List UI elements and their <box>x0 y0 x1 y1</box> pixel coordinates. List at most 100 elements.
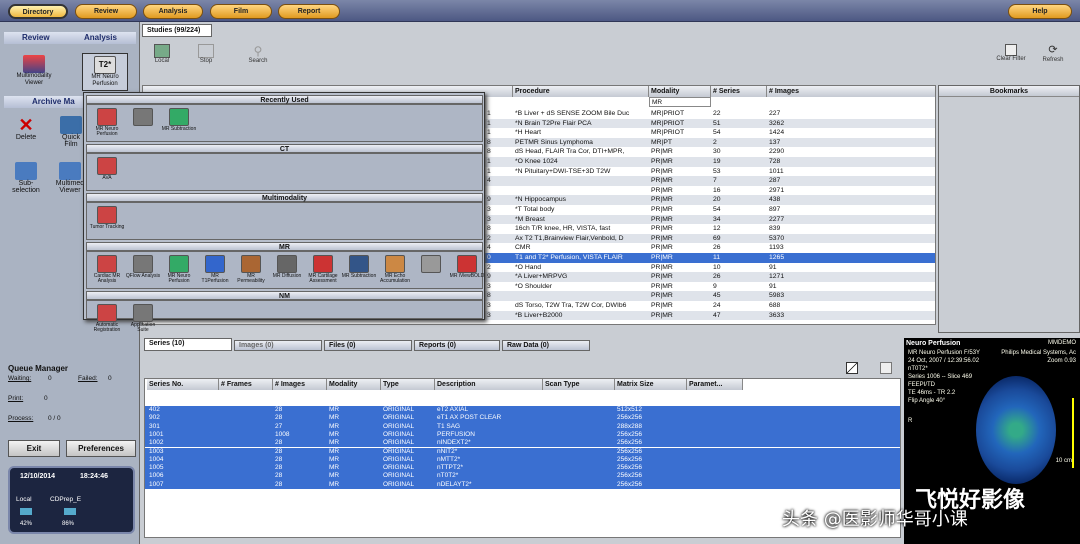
studies-tab[interactable]: Studies (99/224) <box>142 24 212 37</box>
bookmarks-panel: Bookmarks <box>938 85 1080 333</box>
waiting-link[interactable]: Waiting: <box>8 375 31 382</box>
stop-button[interactable]: Stop <box>195 44 217 64</box>
col-series[interactable]: # Series <box>711 86 767 97</box>
refresh-button[interactable]: ⟳ Refresh <box>1038 44 1068 63</box>
app-tool[interactable]: Application Suite <box>125 303 161 337</box>
app-tool-icon <box>133 255 153 273</box>
series-col-header[interactable]: Modality <box>327 379 381 390</box>
app-tool[interactable]: MR Subtraction <box>341 254 377 288</box>
study-cell: 24 <box>713 302 721 309</box>
series-col-header[interactable]: Scan Type <box>543 379 615 390</box>
app-tool[interactable]: QFlow Analysis <box>125 254 161 288</box>
directory-tab[interactable]: Directory <box>8 4 68 19</box>
study-cell: 3262 <box>769 119 785 127</box>
series-cell: 256x256 <box>617 447 642 455</box>
exit-button[interactable]: Exit <box>8 440 60 457</box>
failed-link[interactable]: Failed: <box>78 375 98 382</box>
app-tool[interactable]: MR Neuro Perfusion <box>89 107 125 141</box>
preferences-button[interactable]: Preferences <box>66 440 136 457</box>
app-tool[interactable]: Automatic Registration <box>89 303 125 337</box>
study-cell: *H Heart <box>515 129 542 137</box>
study-cell: 9 <box>487 196 491 204</box>
series-col-header[interactable]: # Images <box>273 379 327 390</box>
study-cell: 45 <box>713 292 721 300</box>
app-tool[interactable]: MR Cartilage Assessment <box>305 254 341 288</box>
study-cell: 287 <box>769 177 781 185</box>
study-cell: 0 <box>487 254 491 261</box>
series-cell: MR <box>329 472 340 480</box>
series-cell: ORIGINAL <box>383 439 415 447</box>
series-row[interactable]: 1004 28 MR ORIGINAL nMTT2* 256x256 <box>145 455 900 465</box>
local-button[interactable]: Local <box>150 44 174 64</box>
applications-popup: Recently Used MR Neuro Perfusion MR Subtr… <box>83 92 485 333</box>
series-cell: 27 <box>275 422 283 430</box>
series-col-header[interactable]: Series No. <box>147 379 219 390</box>
series-row[interactable]: 402 28 MR ORIGINAL eT2 AXIAL 512x512 <box>145 406 900 415</box>
search-button[interactable]: ⚲ Search <box>245 44 271 64</box>
review-tab[interactable]: Review <box>75 4 137 19</box>
series-col-header[interactable]: Type <box>381 379 435 390</box>
study-cell: PR|MR <box>651 311 673 319</box>
app-tool[interactable]: Tumor Tracking <box>89 205 125 239</box>
study-cell: 3 <box>487 206 491 213</box>
film-tab[interactable]: Film <box>210 4 272 19</box>
app-tool[interactable]: MR Subtraction <box>161 107 197 141</box>
series-row[interactable]: 1003 28 MR ORIGINAL nNIT2* 256x256 <box>145 447 900 456</box>
mr-neuro-perfusion-tool[interactable]: T2* MR Neuro Perfusion <box>82 53 128 91</box>
study-cell: MR|PRIOT <box>651 119 685 127</box>
analysis-tab[interactable]: Analysis <box>143 4 203 19</box>
series-col-header[interactable]: Paramet... <box>687 379 743 390</box>
app-tool[interactable]: MR Permeability <box>233 254 269 288</box>
series-cell: 902 <box>149 414 160 422</box>
scale-bar <box>1072 398 1074 468</box>
series-row[interactable]: 301 27 MR ORIGINAL T1 SAG 288x288 <box>145 422 900 431</box>
modality-filter[interactable]: MR <box>649 97 711 107</box>
app-tool[interactable]: MR Neuro Perfusion <box>161 254 197 288</box>
series-col-header[interactable]: Description <box>435 379 543 390</box>
clear-filter-button[interactable]: Clear Filter <box>992 44 1030 62</box>
queue-title: Queue Manager <box>8 364 69 373</box>
series-row[interactable]: 1007 28 MR ORIGINAL nDELAYT2* 256x256 <box>145 480 900 489</box>
files-tab[interactable]: Files (0) <box>324 340 412 351</box>
delete-icon: ✕ <box>18 115 34 135</box>
app-tool[interactable] <box>413 254 449 288</box>
series-tab[interactable]: Series (10) <box>144 338 232 351</box>
col-images[interactable]: # Images <box>767 86 935 97</box>
series-cell: MR <box>329 414 340 422</box>
app-tool-label: Cardiac MR Analysis <box>93 273 121 284</box>
multimodality-viewer-tool[interactable]: Multimodality Viewer <box>10 55 58 87</box>
study-cell: PR|MR <box>651 273 673 281</box>
help-button[interactable]: Help <box>1008 4 1072 19</box>
series-row[interactable]: 902 28 MR ORIGINAL eT1 AX POST CLEAR 256x256 <box>145 414 900 423</box>
col-modality[interactable]: Modality <box>649 86 711 97</box>
series-row[interactable]: 1005 28 MR ORIGINAL nTTPT2* 256x256 <box>145 464 900 473</box>
series-col-header[interactable]: # Frames <box>219 379 273 390</box>
app-tool[interactable]: Cardiac MR Analysis <box>89 254 125 288</box>
app-tool[interactable]: MR T1Perfusion <box>197 254 233 288</box>
app-tool[interactable]: AVA <box>89 156 125 190</box>
series-row[interactable]: 1002 28 MR ORIGINAL nINDEXT2* 256x256 <box>145 439 900 448</box>
series-col-header[interactable]: Matrix Size <box>615 379 687 390</box>
study-cell: 2971 <box>769 186 785 194</box>
database-icon <box>154 44 170 58</box>
col-procedure[interactable]: Procedure <box>513 86 649 97</box>
raw-data-tab[interactable]: Raw Data (0) <box>502 340 590 351</box>
sub-selection-tool[interactable]: Sub-selection <box>6 162 46 194</box>
image-adjust-icon[interactable] <box>846 362 858 374</box>
series-row[interactable]: 1006 28 MR ORIGINAL nT0T2* 256x256 <box>145 472 900 481</box>
delete-tool[interactable]: ✕ Delete <box>8 116 44 141</box>
print-link[interactable]: Print: <box>8 395 23 402</box>
study-cell: 2 <box>487 234 491 242</box>
process-link[interactable]: Process: <box>8 415 33 422</box>
app-tool[interactable] <box>125 107 161 141</box>
app-tool[interactable]: MR Diffusion <box>269 254 305 288</box>
export-icon[interactable] <box>880 362 892 374</box>
app-tool[interactable]: MR iViewBOLD <box>449 254 485 288</box>
images-tab[interactable]: Images (0) <box>234 340 322 351</box>
quick-film-tool[interactable]: Quick Film <box>56 116 86 148</box>
reports-tab[interactable]: Reports (0) <box>414 340 500 351</box>
report-tab[interactable]: Report <box>278 4 340 19</box>
study-cell: 2290 <box>769 148 785 156</box>
app-tool[interactable]: MR Echo Accumulation <box>377 254 413 288</box>
series-row[interactable]: 1001 1008 MR ORIGINAL PERFUSION 256x256 <box>145 430 900 440</box>
